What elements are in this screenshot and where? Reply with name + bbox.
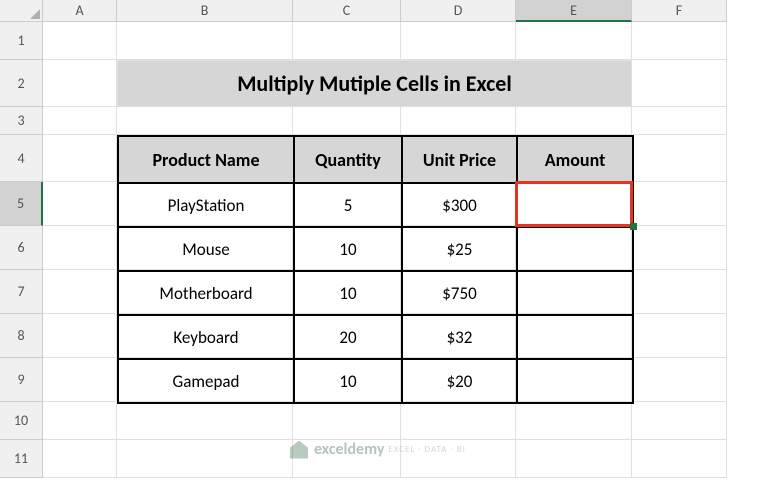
row-header-4[interactable]: 4 bbox=[0, 135, 43, 182]
column-headers: A B C D E F bbox=[43, 0, 727, 22]
row-header-10[interactable]: 10 bbox=[0, 402, 43, 440]
fill-handle[interactable] bbox=[630, 223, 637, 230]
row-header-11[interactable]: 11 bbox=[0, 440, 43, 478]
row-header-2[interactable]: 2 bbox=[0, 60, 43, 107]
header-unitprice[interactable]: Unit Price bbox=[402, 136, 517, 183]
cell-product[interactable]: Keyboard bbox=[118, 315, 294, 359]
watermark: exceldemy EXCEL · DATA · BI bbox=[290, 440, 466, 459]
cell-unitprice[interactable]: $32 bbox=[402, 315, 517, 359]
row-header-5[interactable]: 5 bbox=[0, 182, 43, 226]
row-header-7[interactable]: 7 bbox=[0, 270, 43, 314]
cell-unitprice[interactable]: $25 bbox=[402, 227, 517, 271]
col-header-E[interactable]: E bbox=[516, 0, 632, 22]
logo-icon bbox=[290, 441, 308, 459]
data-table: Product Name Quantity Unit Price Amount … bbox=[117, 135, 634, 404]
cell-quantity[interactable]: 20 bbox=[294, 315, 402, 359]
cell-quantity[interactable]: 10 bbox=[294, 359, 402, 403]
col-header-B[interactable]: B bbox=[117, 0, 293, 22]
cell-amount[interactable] bbox=[517, 183, 633, 227]
cell-unitprice[interactable]: $750 bbox=[402, 271, 517, 315]
cell-amount[interactable] bbox=[517, 315, 633, 359]
cell-amount[interactable] bbox=[517, 359, 633, 403]
cell-product[interactable]: Gamepad bbox=[118, 359, 294, 403]
title-cell[interactable]: Multiply Mutiple Cells in Excel bbox=[117, 60, 632, 107]
col-header-D[interactable]: D bbox=[401, 0, 516, 22]
row-header-9[interactable]: 9 bbox=[0, 358, 43, 402]
row-header-3[interactable]: 3 bbox=[0, 107, 43, 135]
cell-amount[interactable] bbox=[517, 227, 633, 271]
row-headers: 1 2 3 4 5 6 7 8 9 10 11 bbox=[0, 22, 43, 478]
cell-quantity[interactable]: 10 bbox=[294, 271, 402, 315]
col-header-F[interactable]: F bbox=[632, 0, 727, 22]
select-all-button[interactable] bbox=[0, 0, 43, 22]
table-row: Keyboard 20 $32 bbox=[118, 315, 633, 359]
cell-product[interactable]: Motherboard bbox=[118, 271, 294, 315]
cell-product[interactable]: Mouse bbox=[118, 227, 294, 271]
header-product[interactable]: Product Name bbox=[118, 136, 294, 183]
col-header-C[interactable]: C bbox=[293, 0, 401, 22]
grid-area[interactable]: Multiply Mutiple Cells in Excel Product … bbox=[43, 22, 727, 478]
cell-unitprice[interactable]: $300 bbox=[402, 183, 517, 227]
watermark-tagline: EXCEL · DATA · BI bbox=[388, 444, 465, 455]
cell-quantity[interactable]: 10 bbox=[294, 227, 402, 271]
watermark-brand: exceldemy bbox=[314, 440, 384, 459]
table-row: Motherboard 10 $750 bbox=[118, 271, 633, 315]
header-quantity[interactable]: Quantity bbox=[294, 136, 402, 183]
table-row: Gamepad 10 $20 bbox=[118, 359, 633, 403]
cell-amount[interactable] bbox=[517, 271, 633, 315]
row-header-8[interactable]: 8 bbox=[0, 314, 43, 358]
table-row: Mouse 10 $25 bbox=[118, 227, 633, 271]
table-header-row: Product Name Quantity Unit Price Amount bbox=[118, 136, 633, 183]
cell-quantity[interactable]: 5 bbox=[294, 183, 402, 227]
header-amount[interactable]: Amount bbox=[517, 136, 633, 183]
col-header-A[interactable]: A bbox=[43, 0, 117, 22]
row-header-6[interactable]: 6 bbox=[0, 226, 43, 270]
cell-unitprice[interactable]: $20 bbox=[402, 359, 517, 403]
table-row: PlayStation 5 $300 bbox=[118, 183, 633, 227]
row-header-1[interactable]: 1 bbox=[0, 22, 43, 60]
cell-product[interactable]: PlayStation bbox=[118, 183, 294, 227]
